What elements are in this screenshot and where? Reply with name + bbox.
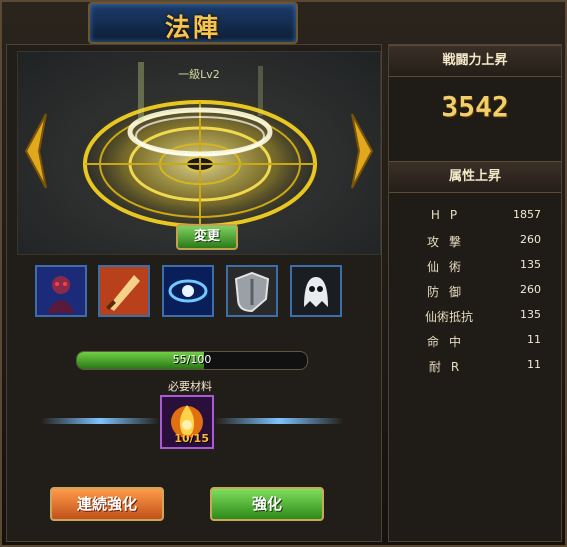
continuous-enhance-button[interactable]: 連続強化 bbox=[50, 487, 164, 521]
dark-spirit-icon bbox=[37, 267, 85, 315]
skill-slot-4[interactable] bbox=[226, 265, 278, 317]
skill-slot-1[interactable] bbox=[35, 265, 87, 317]
attribute-value: 135 bbox=[520, 258, 541, 271]
progress-bar: 55/100 bbox=[76, 351, 308, 370]
chevron-left-icon bbox=[24, 113, 47, 189]
skill-slot-5[interactable] bbox=[290, 265, 342, 317]
attribute-name: 仙術抵抗 bbox=[424, 310, 473, 324]
change-button[interactable]: 変更 bbox=[176, 224, 238, 250]
attribute-name: 攻撃 bbox=[426, 235, 471, 249]
attribute-row: 耐R 11 bbox=[389, 358, 561, 380]
attribute-row: 命中 11 bbox=[389, 333, 561, 355]
next-arrow-button[interactable] bbox=[348, 112, 376, 190]
attribute-value: 260 bbox=[520, 233, 541, 246]
circle-level-label: 一級Lv2 bbox=[178, 68, 220, 81]
ghost-icon bbox=[292, 267, 340, 315]
attribute-value: 1857 bbox=[513, 208, 541, 221]
enhance-button[interactable]: 強化 bbox=[210, 487, 324, 521]
attribute-value: 11 bbox=[527, 333, 541, 346]
attribute-name: HP bbox=[430, 208, 468, 222]
magic-circle-display: 一級Lv2 変更 bbox=[17, 51, 381, 255]
shield-icon bbox=[228, 267, 276, 315]
chevron-right-icon bbox=[351, 113, 374, 189]
attribute-name: 命中 bbox=[426, 335, 471, 349]
power-value: 3542 bbox=[441, 90, 509, 123]
attribute-name: 仙術 bbox=[426, 260, 471, 274]
attribute-row: HP 1857 bbox=[389, 208, 561, 230]
sword-strike-icon bbox=[100, 267, 148, 315]
previous-arrow-button[interactable] bbox=[22, 112, 50, 190]
beam-right bbox=[214, 418, 344, 424]
power-header: 戦闘力上昇 bbox=[389, 45, 561, 77]
page-title: 法陣 bbox=[164, 13, 221, 42]
beam-left bbox=[40, 418, 160, 424]
attribute-name: 防御 bbox=[426, 285, 471, 299]
title-banner: 法陣 bbox=[88, 2, 298, 44]
attribute-row: 仙術抵抗 135 bbox=[389, 308, 561, 330]
skill-slot-3[interactable] bbox=[162, 265, 214, 317]
progress-label: 55/100 bbox=[172, 353, 212, 366]
attribute-value: 11 bbox=[527, 358, 541, 371]
material-label: 必要材料 bbox=[168, 380, 212, 393]
attribute-row: 攻撃 260 bbox=[389, 233, 561, 255]
blue-eye-icon bbox=[164, 267, 212, 315]
skill-slot-2[interactable] bbox=[98, 265, 150, 317]
attribute-name: 耐R bbox=[428, 360, 470, 374]
material-slot[interactable]: 10/15 bbox=[160, 395, 214, 449]
attribute-row: 防御 260 bbox=[389, 283, 561, 305]
attributes-header: 属性上昇 bbox=[389, 161, 561, 193]
material-count: 10/15 bbox=[174, 432, 209, 445]
attribute-value: 260 bbox=[520, 283, 541, 296]
attribute-value: 135 bbox=[520, 308, 541, 321]
attribute-row: 仙術 135 bbox=[389, 258, 561, 280]
stats-panel: 戦闘力上昇 3542 属性上昇 HP 1857 攻撃 260 仙術 135 防御 260 仙術抵… bbox=[388, 44, 562, 542]
